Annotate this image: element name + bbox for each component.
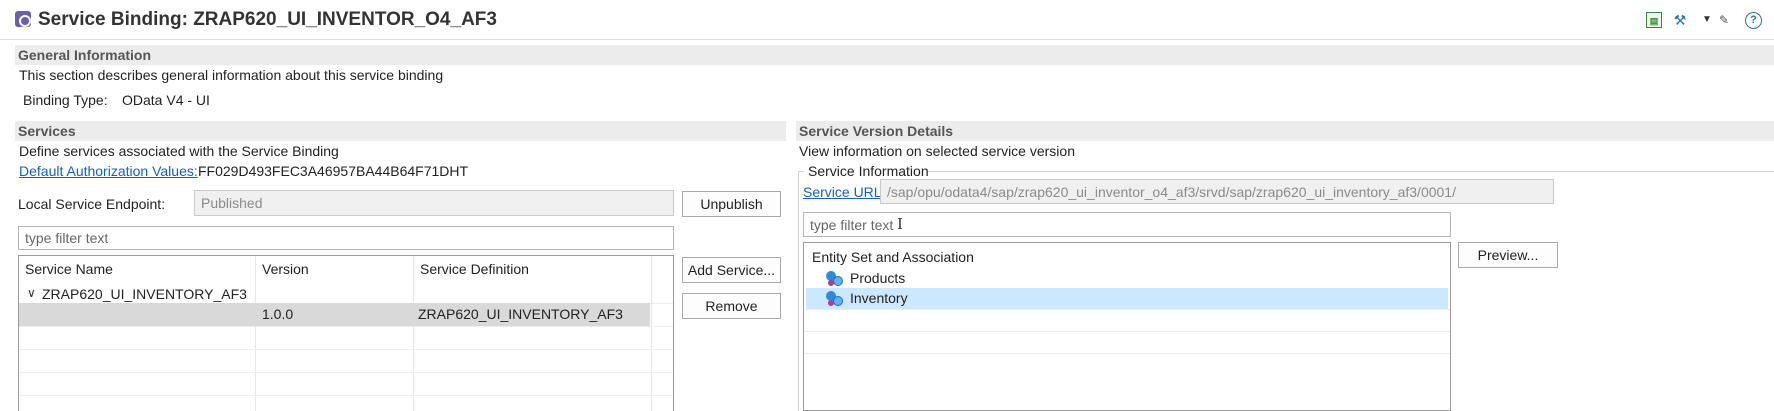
entity-tree: Entity Set and Association Products Inve… [803,242,1451,411]
entity-set-icon [826,271,844,287]
text-cursor-icon: I [897,215,903,233]
column-header-service-definition[interactable]: Service Definition [414,256,535,282]
column-divider [651,256,652,411]
chevron-down-icon[interactable]: ∨ [27,286,36,300]
entity-filter-placeholder: type filter text [810,217,894,233]
tree-item-label: Inventory [850,290,908,306]
service-group-name: ZRAP620_UI_INVENTORY_AF3 [42,286,247,302]
column-header-service-name[interactable]: Service Name [19,256,119,282]
row-divider [19,326,673,327]
local-endpoint-label: Local Service Endpoint: [18,196,166,212]
service-definition: ZRAP620_UI_INVENTORY_AF3 [418,306,623,322]
row-divider [804,331,1450,332]
tree-item-label: Products [850,270,906,286]
dropdown-icon[interactable]: ▼ [1699,12,1715,28]
services-description: Define services associated with the Serv… [19,143,339,159]
service-url-field: /sap/opu/odata4/sap/zrap620_ui_inventor_… [880,179,1554,204]
default-authorization-link[interactable]: Default Authorization Values: [19,163,198,179]
binding-type-value: OData V4 - UI [122,92,210,108]
sheet-icon[interactable]: ▤ [1646,12,1662,28]
general-information-description: This section describes general informati… [19,67,444,83]
group-border-top [928,171,1774,172]
service-information-group-title: Service Information [808,163,929,179]
tools-icon[interactable]: ⚒ [1672,12,1688,28]
pencil-icon[interactable]: ✎ [1716,12,1732,28]
row-divider [19,349,673,350]
help-icon[interactable]: ? [1745,12,1762,29]
unpublish-button[interactable]: Unpublish [682,191,781,217]
service-version-details-header: Service Version Details [796,121,1774,141]
row-divider [804,353,1450,354]
general-information-header: General Information [15,45,1774,65]
row-divider [19,372,673,373]
local-endpoint-field: Published [194,190,674,216]
column-header-version[interactable]: Version [256,256,315,282]
entity-tree-header: Entity Set and Association [812,249,974,265]
services-table: Service Name Version Service Definition … [18,255,674,411]
binding-type-label: Binding Type: [23,92,108,108]
page-title: Service Binding: ZRAP620_UI_INVENTOR_O4_… [38,9,497,30]
services-header: Services [15,121,786,141]
tree-item-products[interactable]: Products [806,268,1448,289]
service-binding-icon [15,11,31,27]
title-separator [0,39,1774,40]
group-border-left [798,171,799,411]
table-row[interactable]: 1.0.0 ZRAP620_UI_INVENTORY_AF3 [19,303,650,326]
row-divider [804,309,1450,310]
entity-set-icon [826,291,844,307]
preview-button[interactable]: Preview... [1458,242,1558,268]
services-filter-input[interactable]: type filter text [18,226,674,250]
service-version-details-description: View information on selected service ver… [799,143,1075,159]
remove-button[interactable]: Remove [682,293,781,319]
tree-item-inventory[interactable]: Inventory [806,288,1448,309]
service-version: 1.0.0 [262,306,294,322]
add-service-button[interactable]: Add Service... [682,257,781,283]
authorization-value: FF029D493FEC3A46957BA44B64F71DHT [198,163,469,179]
row-divider [19,395,673,396]
service-url-link[interactable]: Service URL: [803,184,885,200]
